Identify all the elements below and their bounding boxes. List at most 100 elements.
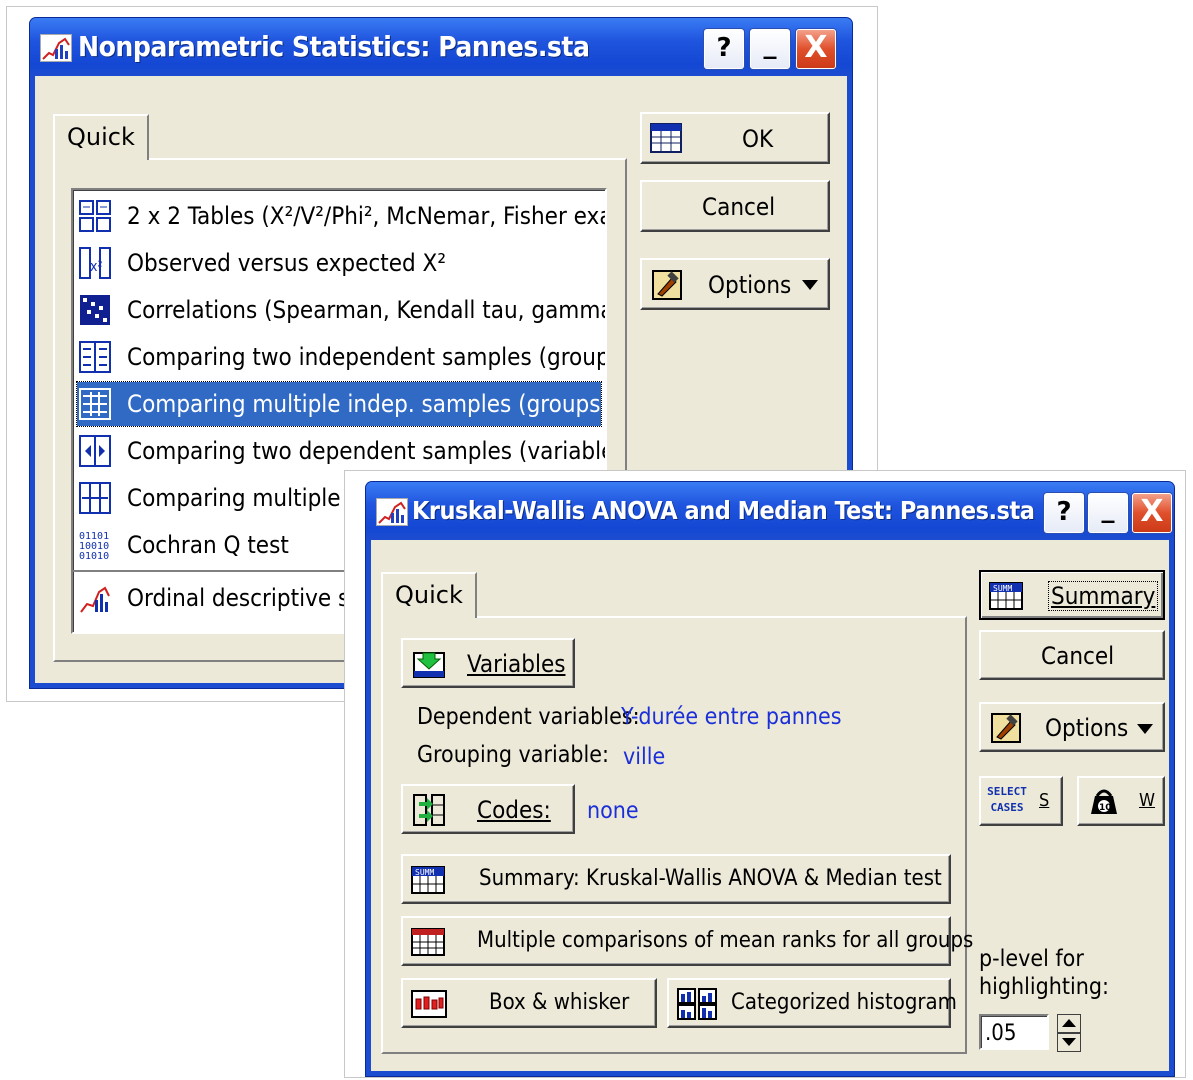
variables-button[interactable]: Variables: [401, 638, 575, 688]
grouping-value: ville: [623, 744, 666, 770]
close-button[interactable]: X: [796, 29, 836, 69]
w-label: W: [1139, 790, 1156, 811]
chart-app-icon: [376, 498, 408, 526]
two-indep-icon: [79, 341, 111, 373]
cochran-icon: 011011001001010: [79, 531, 109, 561]
categorized-histogram-button[interactable]: Categorized histogram: [667, 978, 957, 1028]
options-tool-icon: [652, 270, 682, 300]
select-cases-button[interactable]: SELECT CASES S: [979, 776, 1063, 826]
arrow-down-icon: [1062, 1038, 1076, 1046]
cancel-button[interactable]: Cancel: [640, 180, 830, 232]
svg-text:SUMM: SUMM: [993, 584, 1012, 593]
codes-label: Codes:: [477, 796, 551, 824]
codes-icon: [413, 794, 445, 826]
list-item-label: 2 x 2 Tables (X²/V²/Phi², McNemar, Fishe…: [127, 202, 607, 230]
multi-dep-icon: [79, 482, 111, 514]
tab-quick[interactable]: Quick: [53, 114, 149, 160]
dialog2-titlebar[interactable]: Kruskal-Wallis ANOVA and Median Test: Pa…: [366, 482, 1174, 540]
table-2x2-icon: [79, 200, 111, 232]
dialog1-title: Nonparametric Statistics: Pannes.sta: [78, 30, 590, 63]
tab-quick-label: Quick: [67, 123, 135, 151]
list-item-two-dep[interactable]: Comparing two dependent samples (variabl…: [77, 429, 605, 473]
plevel-input[interactable]: .05: [979, 1014, 1049, 1050]
list-item-label: Correlations (Spearman, Kendall tau, gam…: [127, 296, 607, 324]
svg-text:SUMM: SUMM: [415, 868, 434, 877]
plevel-label-line1: p-level for: [979, 946, 1084, 972]
summary-label: Summary: [1047, 581, 1159, 611]
spin-down-button[interactable]: [1057, 1033, 1081, 1052]
list-item-label: Comparing multiple indep. samples (group…: [127, 390, 607, 418]
list-item-two-indep[interactable]: Comparing two independent samples (group…: [77, 335, 605, 379]
variables-icon: [413, 652, 445, 678]
variables-label: Variables: [467, 650, 566, 678]
options-button[interactable]: Options: [979, 702, 1165, 752]
chevron-down-icon: [802, 280, 818, 290]
weight-button[interactable]: 10 W: [1077, 776, 1165, 826]
arrow-up-icon: [1062, 1019, 1076, 1027]
options-label: Options: [1045, 714, 1129, 742]
observed-expected-icon: x²: [79, 247, 111, 279]
list-item-2x2-tables[interactable]: 2 x 2 Tables (X²/V²/Phi², McNemar, Fishe…: [77, 194, 605, 238]
categorized-histogram-label: Categorized histogram: [731, 990, 957, 1015]
ok-label: OK: [742, 125, 774, 153]
list-item-label: Observed versus expected X²: [127, 249, 446, 277]
tab-quick[interactable]: Quick: [381, 572, 477, 618]
list-item-label: Comparing two dependent samples (variabl…: [127, 437, 607, 465]
cancel-label: Cancel: [702, 193, 776, 221]
list-item-correlations[interactable]: Correlations (Spearman, Kendall tau, gam…: [77, 288, 605, 332]
minimize-button[interactable]: _: [1088, 493, 1128, 533]
box-whisker-button[interactable]: Box & whisker: [401, 978, 657, 1028]
dialog1-titlebar[interactable]: Nonparametric Statistics: Pannes.sta ? _…: [30, 18, 852, 76]
list-item-label: Ordinal descriptive sta: [127, 584, 371, 612]
codes-button[interactable]: Codes:: [401, 784, 575, 834]
svg-text:01010: 01010: [79, 551, 109, 561]
dialog2-title: Kruskal-Wallis ANOVA and Median Test: Pa…: [412, 496, 1035, 525]
list-item-label: Comparing multiple de: [127, 484, 375, 512]
multi-indep-icon: [79, 388, 111, 420]
options-button[interactable]: Options: [640, 258, 830, 310]
dialog2-client: Quick Variables Dependent variables: Y-d…: [371, 540, 1169, 1071]
svg-text:x²: x²: [90, 259, 103, 275]
svg-text:10: 10: [1099, 803, 1112, 813]
multiple-comparisons-button[interactable]: Multiple comparisons of mean ranks for a…: [401, 916, 973, 966]
cancel-button[interactable]: Cancel: [979, 630, 1165, 680]
options-tool-icon: [991, 713, 1021, 743]
list-item-label: Comparing two independent samples (group…: [127, 343, 607, 371]
chevron-down-icon: [1137, 724, 1153, 734]
list-item-observed-expected[interactable]: x² Observed versus expected X²: [77, 241, 601, 285]
help-button[interactable]: ?: [704, 29, 744, 69]
box-whisker-icon: [411, 990, 447, 1018]
two-dep-icon: [79, 435, 111, 467]
spin-up-button[interactable]: [1057, 1014, 1081, 1033]
s-label: S: [1039, 790, 1050, 811]
chart-app-icon: [40, 34, 72, 62]
summary-table-icon: SUMM: [411, 866, 445, 894]
ordinal-chart-icon: [80, 586, 110, 613]
spreadsheet-icon: [650, 123, 682, 153]
ok-button[interactable]: OK: [640, 112, 830, 164]
cancel-label: Cancel: [1041, 642, 1115, 670]
select-cases-icon: SELECT CASES: [987, 785, 1027, 814]
dependent-value: Y-durée entre pannes: [621, 704, 842, 730]
minimize-button[interactable]: _: [750, 29, 790, 69]
grid-table-icon: [411, 928, 445, 956]
list-item-label: Cochran Q test: [127, 531, 289, 559]
plevel-label-line2: highlighting:: [979, 974, 1109, 1000]
kruskal-wallis-dialog: Kruskal-Wallis ANOVA and Median Test: Pa…: [366, 482, 1174, 1076]
close-button[interactable]: X: [1132, 493, 1172, 533]
help-button[interactable]: ?: [1044, 493, 1084, 533]
categorized-histogram-icon: [677, 988, 717, 1020]
plevel-spinner[interactable]: [1057, 1014, 1081, 1052]
tab-quick-label: Quick: [395, 581, 463, 609]
weight-icon: 10: [1091, 789, 1117, 814]
summary-table-icon: SUMM: [989, 582, 1023, 610]
box-whisker-label: Box & whisker: [489, 990, 630, 1015]
options-label: Options: [708, 271, 792, 299]
summary-kw-button[interactable]: SUMM Summary: Kruskal-Wallis ANOVA & Med…: [401, 854, 951, 904]
grouping-label: Grouping variable:: [417, 742, 609, 768]
dependent-label: Dependent variables:: [417, 704, 640, 730]
codes-value: none: [587, 798, 639, 824]
summary-kw-label: Summary: Kruskal-Wallis ANOVA & Median t…: [479, 866, 942, 891]
list-item-multi-indep[interactable]: Comparing multiple indep. samples (group…: [76, 381, 605, 427]
summary-button[interactable]: SUMM Summary: [979, 570, 1165, 620]
